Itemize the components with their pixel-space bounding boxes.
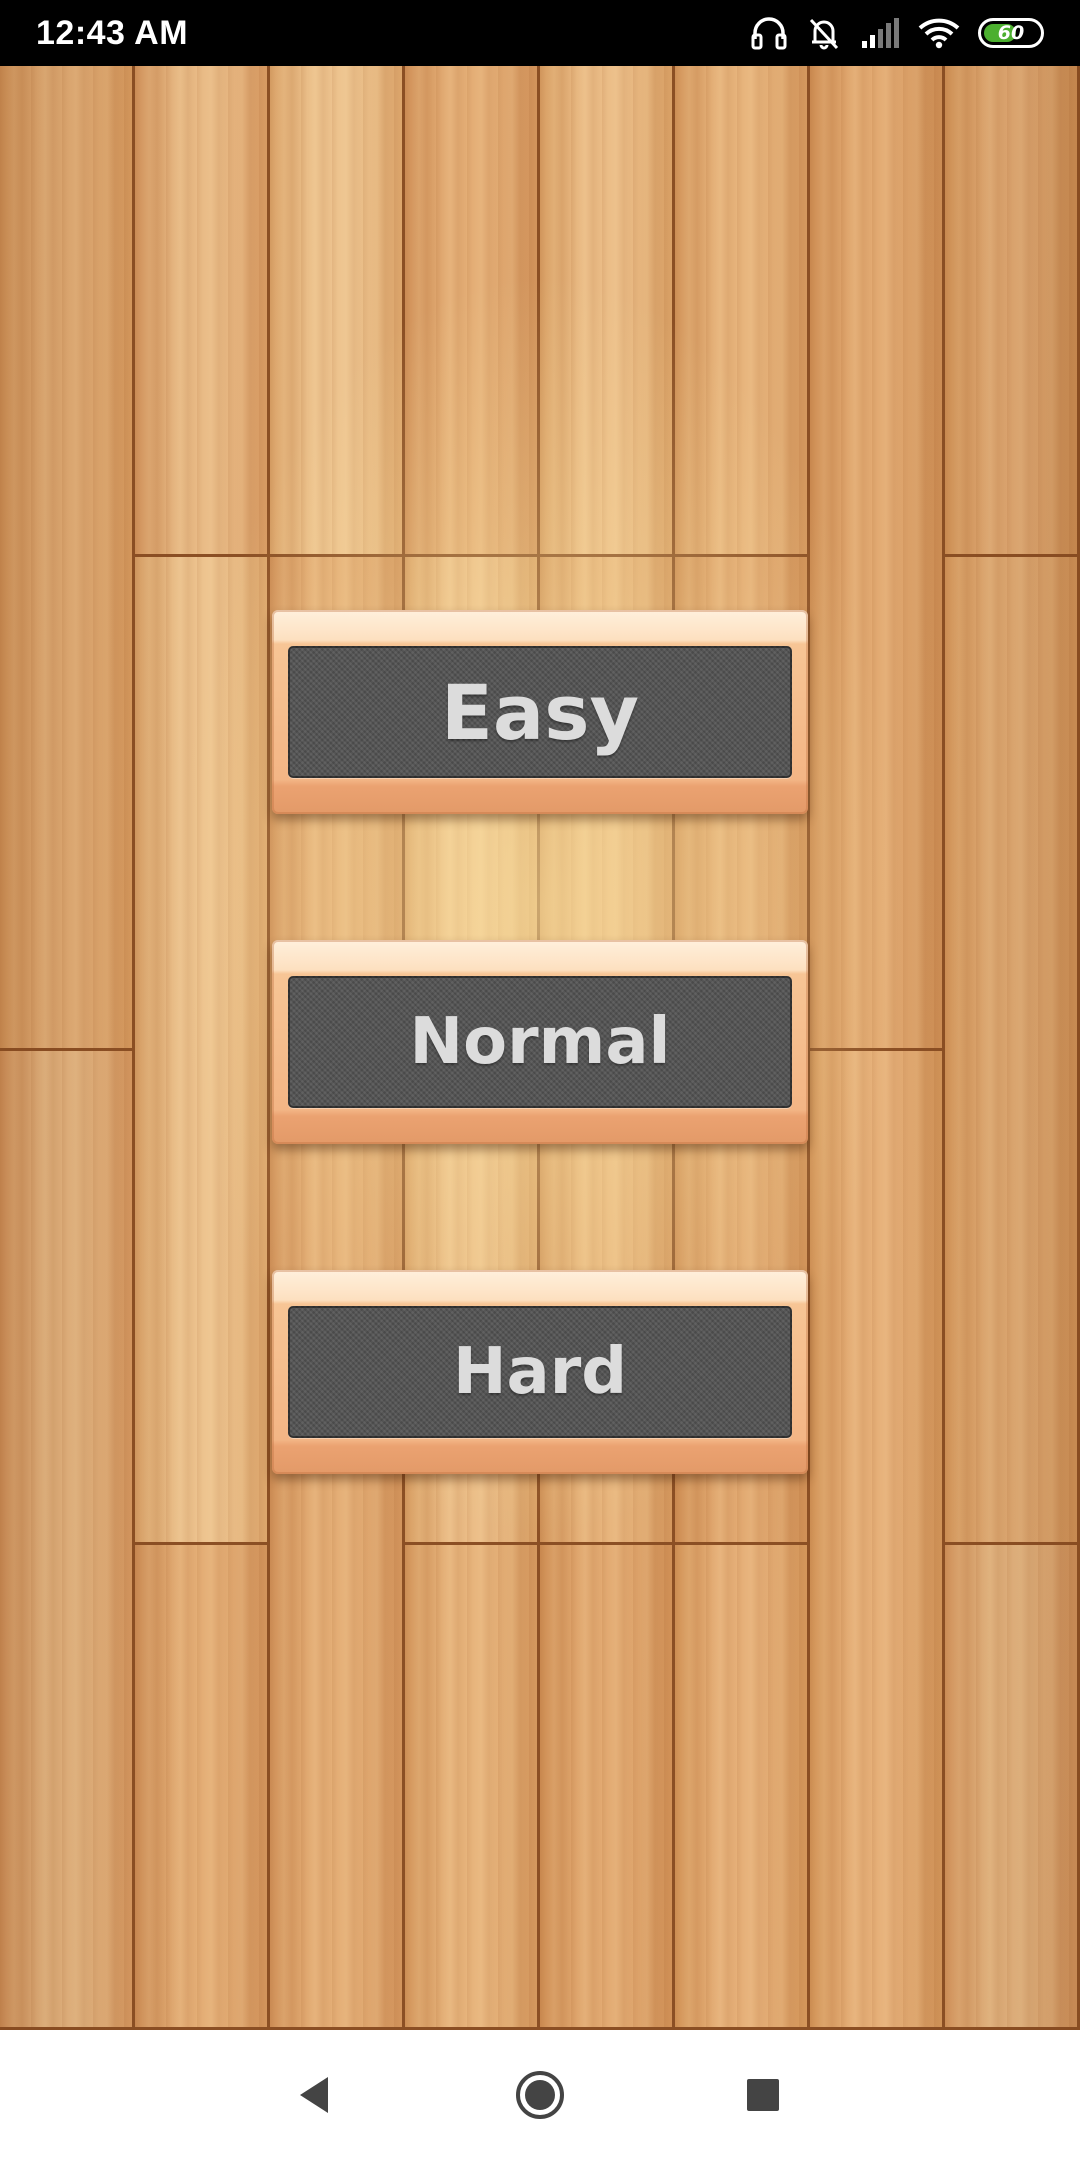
battery-icon: 60 <box>978 18 1044 48</box>
wood-plank <box>270 66 405 557</box>
recents-button[interactable] <box>733 2065 793 2125</box>
easy-button-face: Easy <box>288 646 792 778</box>
hard-button[interactable]: Hard <box>272 1270 808 1474</box>
easy-button-label: Easy <box>441 667 639 757</box>
bell-muted-icon <box>806 15 842 51</box>
home-icon <box>516 2071 564 2119</box>
wood-plank <box>810 1051 945 2030</box>
wood-plank <box>675 1545 810 2030</box>
wood-plank <box>945 1545 1080 2030</box>
easy-button[interactable]: Easy <box>272 610 808 814</box>
home-button[interactable] <box>510 2065 570 2125</box>
back-button[interactable] <box>284 2065 344 2125</box>
signal-icon <box>860 17 900 49</box>
headset-icon <box>750 15 788 51</box>
wood-plank <box>405 66 540 557</box>
wood-plank <box>0 66 135 1051</box>
hard-button-label: Hard <box>452 1335 628 1409</box>
wood-plank <box>540 1545 675 2030</box>
wifi-icon <box>918 17 960 49</box>
wood-plank <box>945 557 1080 1545</box>
wood-plank <box>135 1545 270 2030</box>
hard-button-face: Hard <box>288 1306 792 1438</box>
wood-plank <box>540 66 675 557</box>
normal-button-face: Normal <box>288 976 792 1108</box>
wood-plank <box>405 1545 540 2030</box>
wood-plank <box>675 66 810 557</box>
navigation-bar <box>0 2030 1080 2160</box>
normal-button[interactable]: Normal <box>272 940 808 1144</box>
recents-icon <box>747 2079 779 2111</box>
battery-level: 60 <box>997 22 1025 44</box>
status-bar: 12:43 AM 60 <box>0 0 1080 66</box>
wood-plank <box>0 1051 135 2030</box>
wood-plank <box>810 66 945 1051</box>
status-icons: 60 <box>750 0 1044 66</box>
normal-button-label: Normal <box>409 1005 671 1079</box>
wood-plank <box>135 557 270 1545</box>
wood-plank <box>135 66 270 557</box>
status-time: 12:43 AM <box>36 13 189 52</box>
back-icon <box>300 2077 328 2113</box>
wood-plank <box>945 66 1080 557</box>
